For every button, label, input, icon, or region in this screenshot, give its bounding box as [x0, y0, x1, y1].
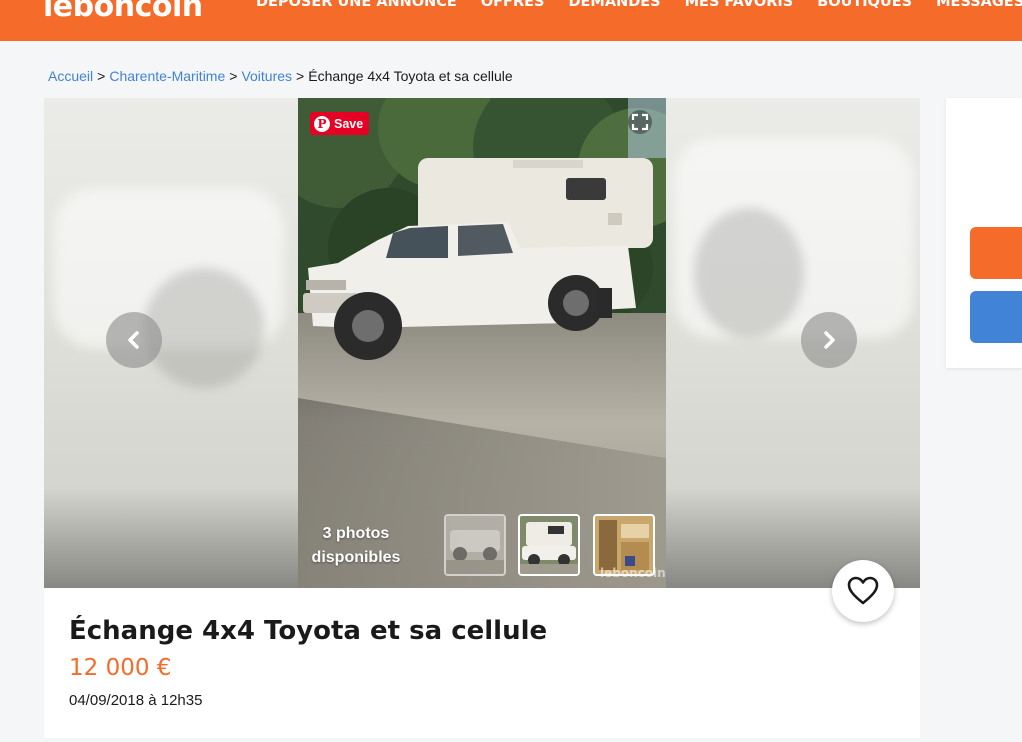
ad-info-card: Échange 4x4 Toyota et sa cellule 12 000 … [44, 588, 920, 738]
previous-photo-button[interactable] [106, 312, 162, 368]
thumbnail-image [520, 516, 578, 574]
chevron-left-icon [128, 331, 139, 349]
breadcrumb-current: Échange 4x4 Toyota et sa cellule [308, 68, 513, 84]
fullscreen-icon [628, 110, 652, 134]
ad-title: Échange 4x4 Toyota et sa cellule [69, 616, 548, 646]
contact-primary-button[interactable] [970, 227, 1022, 279]
ad-date: 04/09/2018 à 12h35 [69, 692, 203, 709]
nav-offers[interactable]: OFFRES [481, 0, 545, 10]
main-nav: DÉPOSER UNE ANNONCE OFFRES DEMANDES MES … [256, 0, 1022, 10]
photo-count-label: disponibles [311, 549, 401, 566]
photo-count: 3 photos disponibles [306, 522, 406, 570]
contact-secondary-button[interactable] [970, 291, 1022, 343]
thumbnail-1[interactable] [444, 514, 506, 576]
nav-post-ad[interactable]: DÉPOSER UNE ANNONCE [256, 0, 457, 10]
photo-gallery: P Save 3 photos disponibles leboncoin [44, 98, 920, 588]
next-photo-button[interactable] [801, 312, 857, 368]
breadcrumb-separator: > [229, 68, 238, 84]
fullscreen-button[interactable] [628, 110, 652, 134]
breadcrumb-category[interactable]: Voitures [241, 68, 292, 84]
favorite-button[interactable] [832, 560, 894, 622]
heart-icon [847, 576, 879, 605]
breadcrumb-home[interactable]: Accueil [48, 68, 93, 84]
breadcrumb-separator: > [296, 68, 305, 84]
leboncoin-watermark: leboncoin [600, 566, 666, 580]
photo-count-number: 3 photos [322, 525, 390, 542]
breadcrumb: Accueil > Charente-Maritime > Voitures > Échan… [48, 68, 513, 84]
breadcrumb-region[interactable]: Charente-Maritime [109, 68, 225, 84]
nav-requests[interactable]: DEMANDES [568, 0, 660, 10]
blurred-wheel-right [694, 208, 804, 338]
nav-shops[interactable]: BOUTIQUES [817, 0, 912, 10]
leboncoin-logo[interactable]: leboncoin [43, 0, 203, 24]
top-header: leboncoin DÉPOSER UNE ANNONCE OFFRES DEM… [0, 0, 1022, 41]
nav-messages[interactable]: MESSAGES [936, 0, 1022, 10]
pinterest-save-button[interactable]: P Save [310, 112, 370, 135]
thumbnail-2[interactable] [518, 514, 580, 576]
blurred-wheel-left [144, 268, 264, 388]
thumbnail-image [446, 516, 504, 574]
breadcrumb-separator: > [97, 68, 106, 84]
chevron-right-icon [824, 331, 835, 349]
pinterest-save-label: Save [334, 116, 364, 131]
ad-price: 12 000 € [69, 655, 172, 681]
nav-favorites[interactable]: MES FAVORIS [685, 0, 794, 10]
pinterest-icon: P [314, 115, 330, 132]
